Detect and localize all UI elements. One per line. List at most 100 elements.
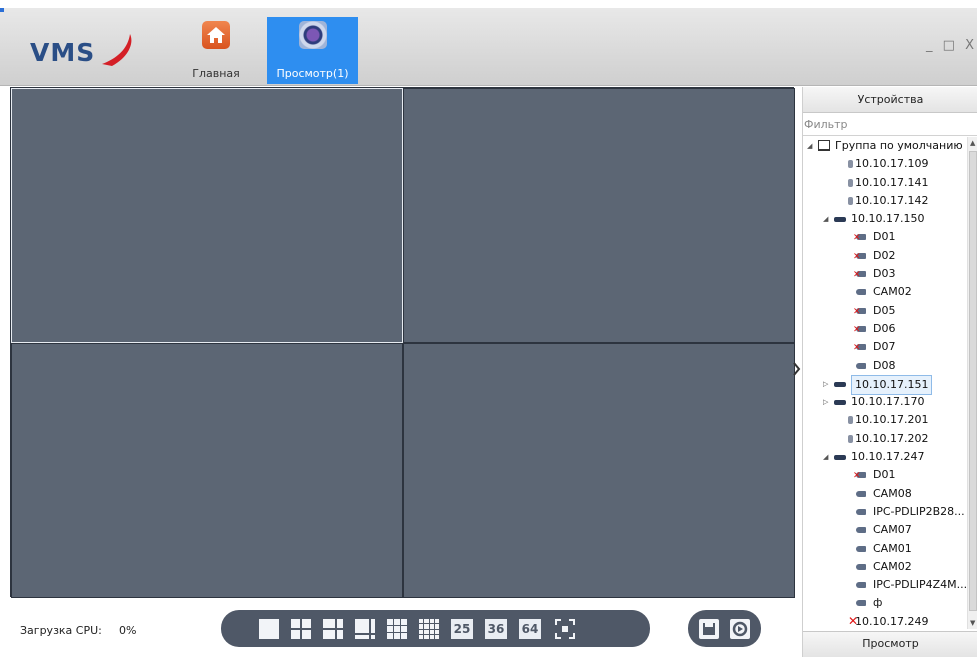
ip-camera-icon bbox=[848, 160, 853, 169]
dvr-device-icon bbox=[834, 400, 846, 406]
tree-node[interactable]: CAM02 bbox=[803, 558, 966, 576]
camera-icon bbox=[856, 362, 866, 369]
expand-node-icon[interactable]: ▷ bbox=[823, 375, 831, 393]
tree-node[interactable]: ◢ 10.10.17.247 bbox=[803, 448, 966, 466]
camera-offline-icon bbox=[853, 467, 866, 485]
video-cell-4[interactable] bbox=[403, 343, 795, 598]
tree-node[interactable]: D01 bbox=[803, 466, 966, 485]
layout-36-button[interactable]: 36 bbox=[485, 619, 507, 639]
dvr-device-icon bbox=[834, 381, 846, 387]
tree-node[interactable]: ◢ 10.10.17.150 bbox=[803, 210, 966, 228]
collapse-node-icon[interactable]: ◢ bbox=[823, 448, 831, 466]
camera-offline-icon bbox=[853, 229, 866, 247]
video-cell-2[interactable] bbox=[403, 88, 795, 343]
tree-node[interactable]: D03 bbox=[803, 265, 966, 284]
tree-node[interactable]: ▷ 10.10.17.151 bbox=[803, 374, 966, 395]
layout-16-icon bbox=[419, 619, 439, 639]
collapse-node-icon[interactable]: ◢ bbox=[823, 210, 831, 228]
tab-home[interactable]: Главная bbox=[192, 17, 240, 84]
save-button[interactable] bbox=[699, 619, 719, 639]
tree-node-label: D07 bbox=[873, 340, 896, 354]
tree-node[interactable]: D07 bbox=[803, 338, 966, 357]
panel-collapse-icon[interactable] bbox=[793, 362, 801, 376]
tree-node-label: CAM02 bbox=[873, 285, 912, 299]
layout-9-button[interactable] bbox=[387, 619, 407, 639]
layout-9-icon bbox=[387, 619, 407, 639]
dvr-device-icon bbox=[834, 217, 846, 223]
tree-node[interactable]: CAM02 bbox=[803, 283, 966, 301]
playback-button[interactable] bbox=[730, 619, 750, 639]
corner-mark bbox=[0, 8, 4, 12]
tree-node[interactable]: 10.10.17.109 bbox=[803, 155, 966, 173]
tree-node-label: D05 bbox=[873, 303, 896, 317]
tree-node-label: D01 bbox=[873, 230, 896, 244]
layout-8-button[interactable] bbox=[355, 619, 375, 639]
tree-node[interactable]: 10.10.17.142 bbox=[803, 192, 966, 210]
tree-node[interactable]: CAM01 bbox=[803, 540, 966, 558]
layout-1-button[interactable] bbox=[259, 619, 279, 639]
save-icon bbox=[703, 623, 715, 635]
scroll-down-icon[interactable]: ▼ bbox=[970, 619, 975, 627]
layout-16-button[interactable] bbox=[419, 619, 439, 639]
tree-node-label: 10.10.17.247 bbox=[851, 450, 925, 464]
tree-node-label: Группа по умолчанию bbox=[835, 139, 963, 152]
camera-lens-icon bbox=[298, 21, 327, 49]
tree-node[interactable]: ▷ 10.10.17.170 bbox=[803, 393, 966, 411]
tree-node-label: D03 bbox=[873, 267, 896, 281]
layout-4-button[interactable] bbox=[291, 619, 311, 639]
video-cell-3[interactable] bbox=[11, 343, 403, 598]
tree-scrollbar[interactable]: ▲ ▼ bbox=[967, 137, 977, 629]
collapse-node-icon[interactable]: ◢ bbox=[807, 137, 815, 155]
cpu-load-label: Загрузка CPU: bbox=[20, 624, 102, 637]
tree-node-label: D06 bbox=[873, 321, 896, 335]
tree-node[interactable]: IPC-PDLIP2B28... bbox=[803, 503, 966, 521]
tree-node[interactable]: CAM07 bbox=[803, 521, 966, 539]
tree-node-label: IPC-PDLIP4Z4M... bbox=[873, 578, 966, 592]
tree-node-label: 10.10.17.170 bbox=[851, 395, 925, 409]
tree-node[interactable]: D02 bbox=[803, 247, 966, 266]
window-controls[interactable]: _ □ X bbox=[926, 38, 977, 53]
group-icon bbox=[818, 140, 830, 151]
camera-offline-icon bbox=[853, 339, 866, 357]
devices-header[interactable]: Устройства bbox=[803, 87, 977, 113]
home-icon bbox=[202, 21, 230, 49]
video-cell-1[interactable] bbox=[11, 88, 403, 343]
expand-node-icon[interactable]: ▷ bbox=[823, 393, 831, 411]
fullscreen-button[interactable] bbox=[555, 619, 575, 639]
layout-6-button[interactable] bbox=[323, 619, 343, 639]
tree-node[interactable]: D08 bbox=[803, 357, 966, 375]
filter-input[interactable]: Фильтр bbox=[803, 114, 977, 136]
layout-25-button[interactable]: 25 bbox=[451, 619, 473, 639]
layout-8-icon bbox=[355, 619, 375, 639]
tree-node[interactable]: ✕ 10.10.17.249 bbox=[803, 613, 966, 629]
tree-node[interactable]: D05 bbox=[803, 302, 966, 321]
tree-node-label: 10.10.17.141 bbox=[855, 175, 929, 189]
tree-node[interactable]: ◢ Группа по умолчанию bbox=[803, 137, 966, 155]
tree-node[interactable]: IPC-PDLIP4Z4M... bbox=[803, 576, 966, 594]
ip-camera-icon bbox=[848, 178, 853, 187]
camera-icon bbox=[856, 563, 866, 570]
camera-icon bbox=[856, 289, 866, 296]
tree-node-label: CAM01 bbox=[873, 541, 912, 555]
tree-node[interactable]: 10.10.17.141 bbox=[803, 174, 966, 192]
preview-footer-button[interactable]: Просмотр bbox=[803, 631, 977, 657]
scroll-thumb[interactable] bbox=[969, 151, 977, 611]
tree-node[interactable]: D06 bbox=[803, 320, 966, 339]
tab-view[interactable]: Просмотр(1) bbox=[267, 17, 358, 84]
tree-node-label: 10.10.17.150 bbox=[851, 212, 925, 226]
tree-node[interactable]: 10.10.17.201 bbox=[803, 411, 966, 429]
tree-node[interactable]: D01 bbox=[803, 228, 966, 247]
camera-offline-icon bbox=[853, 303, 866, 321]
layout-1-icon bbox=[259, 619, 279, 639]
tree-node[interactable]: CAM08 bbox=[803, 485, 966, 503]
scroll-up-icon[interactable]: ▲ bbox=[970, 139, 975, 147]
tree-node-label: CAM07 bbox=[873, 523, 912, 537]
tree-node[interactable]: ф bbox=[803, 594, 966, 612]
video-grid bbox=[10, 87, 795, 598]
ip-camera-icon bbox=[848, 434, 853, 443]
tree-node[interactable]: 10.10.17.202 bbox=[803, 430, 966, 448]
layout-64-button[interactable]: 64 bbox=[519, 619, 541, 639]
tree-node-label: 10.10.17.109 bbox=[855, 157, 929, 171]
cpu-load-value: 0% bbox=[119, 624, 137, 637]
record-playback-icon bbox=[732, 621, 748, 637]
